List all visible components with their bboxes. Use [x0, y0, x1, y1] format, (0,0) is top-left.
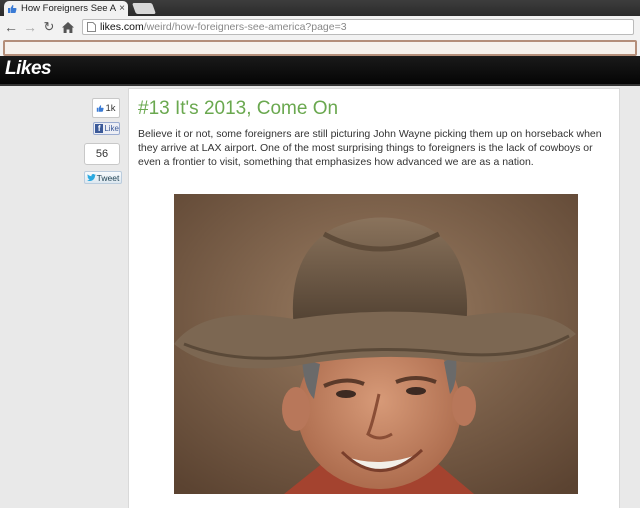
thumbs-up-favicon-icon: [7, 4, 17, 14]
twitter-bird-icon: [86, 174, 96, 181]
facebook-icon: f: [95, 124, 104, 133]
page-icon: [87, 22, 96, 32]
share-buttons: 1k f Like 56 Tweet: [84, 98, 124, 184]
site-logo[interactable]: Likes: [5, 58, 52, 80]
home-icon[interactable]: [60, 19, 76, 35]
thumbs-up-icon: [97, 104, 105, 112]
tweet-button[interactable]: Tweet: [84, 171, 122, 184]
tab-title: How Foreigners See Ameri: [21, 3, 117, 14]
tab-close-icon[interactable]: ×: [119, 3, 125, 14]
site-header: Likes: [0, 56, 640, 86]
like-count: 1k: [105, 102, 116, 114]
article-photo-cowboy: [174, 194, 578, 494]
new-tab-button[interactable]: [131, 3, 157, 14]
tweet-count-box: 56: [84, 143, 120, 165]
redacted-bookmarks-region: [3, 40, 637, 56]
facebook-like-button[interactable]: f Like: [93, 122, 120, 135]
facebook-like-label: Like: [104, 124, 119, 133]
tweet-label: Tweet: [96, 172, 120, 183]
article-body: Believe it or not, some foreigners are s…: [138, 128, 602, 168]
tweet-count: 56: [95, 148, 109, 160]
cowboy-portrait-image: [174, 194, 578, 494]
bookmarks-bar: [0, 38, 640, 56]
url-domain: likes.com: [100, 21, 144, 33]
forward-icon[interactable]: →: [22, 19, 38, 35]
reload-icon[interactable]: ↻: [41, 19, 57, 35]
article-card: #13 It's 2013, Come On Believe it or not…: [128, 88, 620, 508]
article-title: #13 It's 2013, Come On: [138, 98, 339, 119]
browser-toolbar: ← → ↻ likes.com/weird/how-foreigners-see…: [0, 16, 640, 39]
browser-tab[interactable]: How Foreigners See Ameri ×: [4, 1, 128, 16]
back-icon[interactable]: ←: [3, 19, 19, 35]
url-path: /weird/how-foreigners-see-america?page=3: [143, 21, 347, 33]
address-bar[interactable]: likes.com/weird/how-foreigners-see-ameri…: [82, 19, 634, 35]
browser-tab-bar: How Foreigners See Ameri ×: [0, 0, 640, 16]
like-count-box[interactable]: 1k: [92, 98, 120, 118]
